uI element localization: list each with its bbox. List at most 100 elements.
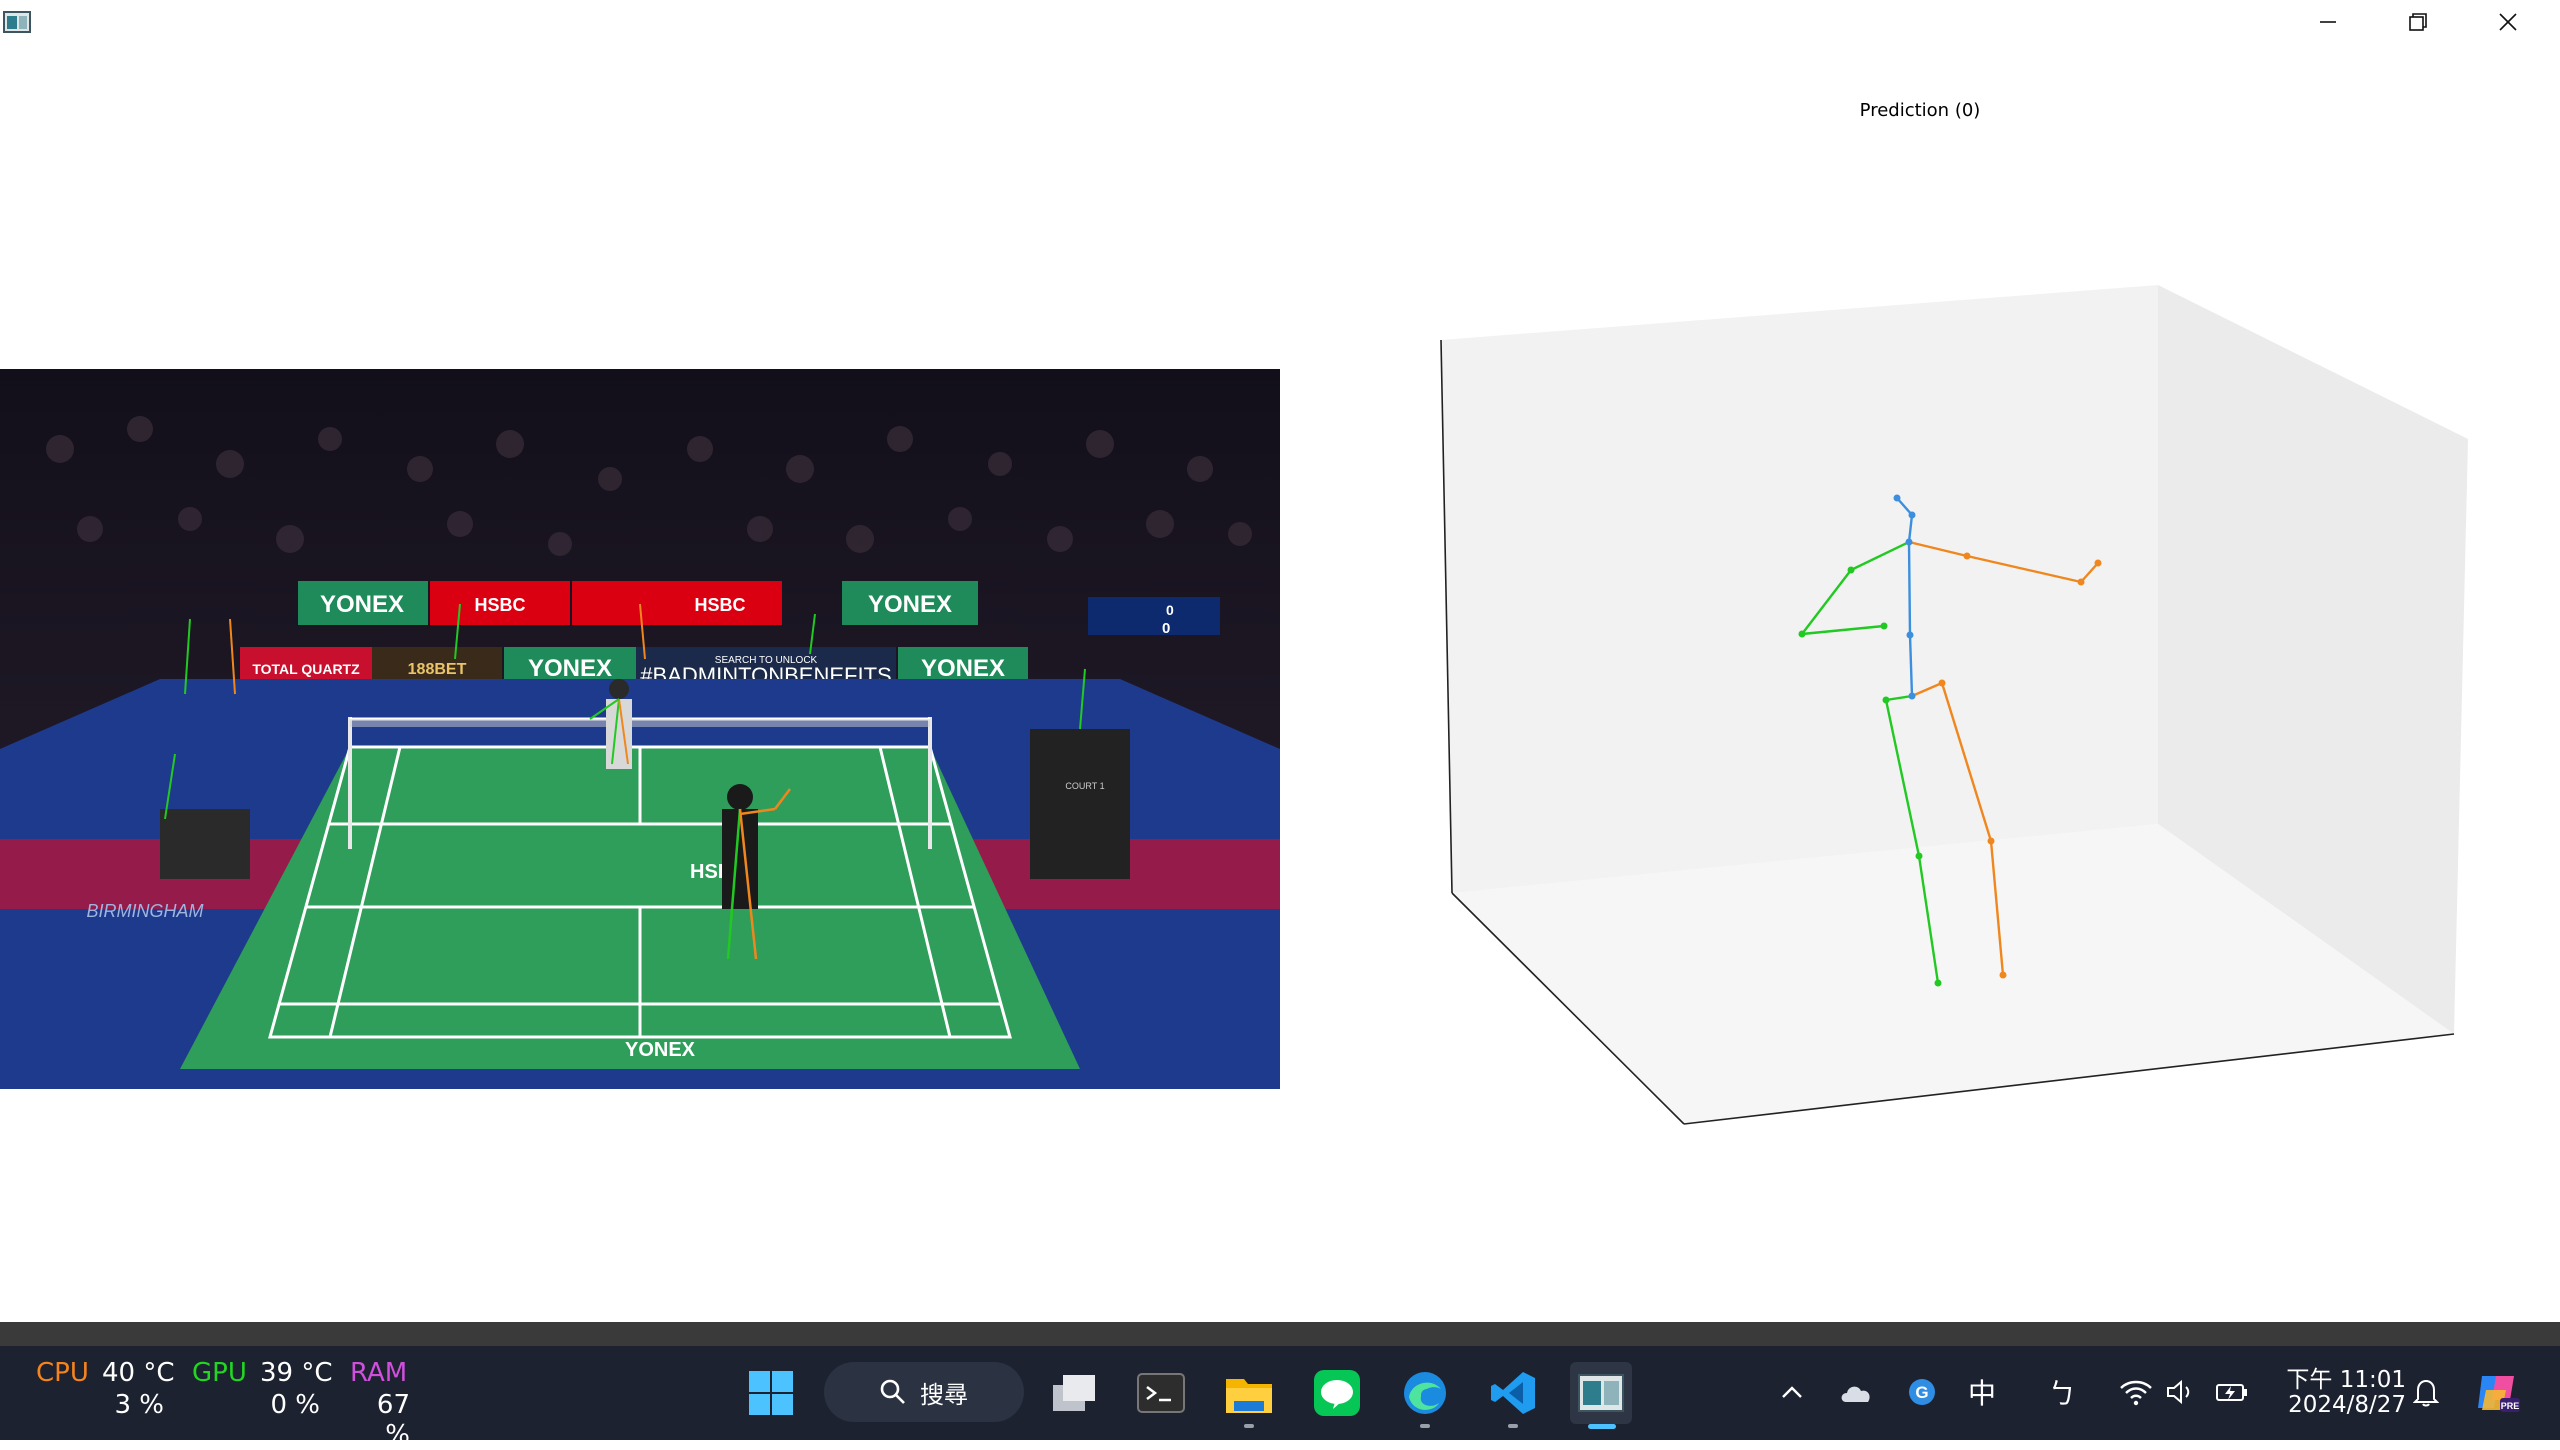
- terminal-icon: [1137, 1373, 1185, 1413]
- score-top: 0: [1166, 602, 1174, 618]
- gpu-temp: 39 °C: [260, 1358, 333, 1388]
- search-icon: [880, 1379, 905, 1404]
- active-app-button[interactable]: [1570, 1362, 1632, 1424]
- taskbar-divider: [0, 1322, 2560, 1346]
- active-indicator: [1588, 1424, 1616, 1429]
- search-label: 搜尋: [920, 1381, 968, 1409]
- speaker-icon: [2167, 1379, 2190, 1405]
- score-bottom: 0: [1162, 620, 1170, 637]
- app-window-icon: [1578, 1374, 1624, 1412]
- court-label: COURT 1: [1065, 781, 1104, 791]
- search-box[interactable]: 搜尋: [824, 1362, 1024, 1422]
- pose-3d-plot: [1440, 285, 2468, 1125]
- svg-text:PRE: PRE: [2501, 1401, 2520, 1411]
- joint-head: [1908, 511, 1916, 519]
- grammarly-icon: G: [1909, 1379, 1935, 1405]
- joint-r_knee: [1987, 837, 1995, 845]
- joint-l_knee: [1915, 852, 1923, 860]
- running-indicator: [1508, 1424, 1518, 1428]
- battery-charging-icon: [2216, 1384, 2247, 1401]
- cpu-label: CPU: [36, 1358, 89, 1388]
- vscode-app[interactable]: [1482, 1362, 1544, 1424]
- wifi-button[interactable]: [2114, 1370, 2158, 1414]
- cpu-load: 3 %: [114, 1390, 164, 1420]
- restore-button[interactable]: [2372, 0, 2464, 44]
- pane-back: [1441, 285, 2158, 893]
- app-icon: [3, 11, 31, 33]
- running-indicator: [1420, 1424, 1430, 1428]
- vscode-icon: [1491, 1372, 1535, 1414]
- ad-yonex-4-text: YONEX: [921, 655, 1005, 682]
- line-chat-icon: [1314, 1370, 1360, 1416]
- joint-r_ank: [1999, 971, 2007, 979]
- terminal-app[interactable]: [1130, 1362, 1192, 1424]
- joint-spine: [1906, 631, 1914, 639]
- edge-browser-app[interactable]: [1394, 1362, 1456, 1424]
- task-view-icon: [1053, 1375, 1095, 1411]
- battery-button[interactable]: [2210, 1370, 2254, 1414]
- ad-yonex-3-text: YONEX: [528, 655, 612, 682]
- gpu-label: GPU: [192, 1358, 247, 1388]
- ram-label: RAM: [350, 1358, 408, 1388]
- chevron-up-icon: [1782, 1386, 1802, 1398]
- joint-l_hip: [1882, 696, 1890, 704]
- joint-r_elb: [2077, 578, 2085, 586]
- ram-load: 67 %: [376, 1390, 410, 1450]
- bell-icon: [2413, 1379, 2439, 1407]
- bone-neck-spine: [1907, 541, 1912, 636]
- joint-l_sho: [1847, 566, 1855, 574]
- title-bar: [0, 0, 2560, 44]
- joint-r_wri: [2094, 559, 2102, 567]
- umpire-chair: [1030, 729, 1130, 879]
- restore-icon: [2409, 13, 2427, 31]
- ad-hsbc-2-text: HSBC: [694, 595, 745, 615]
- joint-l_ank: [1934, 979, 1942, 987]
- volume-button[interactable]: [2158, 1370, 2202, 1414]
- plot-title: Prediction (0): [1859, 100, 1981, 121]
- close-icon: [2499, 13, 2517, 31]
- joint-hip: [1908, 692, 1916, 700]
- ad-yonex-1-text: YONEX: [320, 591, 404, 618]
- ime-bopomofo-button[interactable]: ㄅ: [2040, 1370, 2084, 1414]
- minimize-button[interactable]: [2282, 0, 2374, 44]
- gpu-load: 0 %: [270, 1390, 320, 1420]
- line-judge-table: [160, 809, 250, 879]
- cpu-temp: 40 °C: [102, 1358, 175, 1388]
- ad-hsbc-1-text: HSBC: [474, 595, 525, 615]
- windows-logo-icon: [749, 1371, 793, 1415]
- clock-time[interactable]: 下午 11:01: [2276, 1360, 2406, 1394]
- joint-head_top: [1893, 494, 1901, 502]
- ad-188bet-text: 188BET: [408, 661, 467, 678]
- joint-r_hip: [1938, 679, 1946, 687]
- notifications-button[interactable]: [2404, 1370, 2448, 1414]
- start-button[interactable]: [740, 1362, 802, 1424]
- folder-icon: [1226, 1379, 1272, 1413]
- file-explorer-app[interactable]: [1218, 1362, 1280, 1424]
- scoreboard: [1088, 597, 1220, 635]
- joint-l_wri: [1880, 622, 1888, 630]
- joint-r_sho: [1963, 552, 1971, 560]
- svg-text:G: G: [1915, 1383, 1928, 1402]
- app-canvas: YONEX HSBC HSBC YONEX 0 0 TOTAL QUARTZ 1…: [0, 44, 2560, 1324]
- copilot-button[interactable]: PRE: [2472, 1370, 2524, 1414]
- ad-board-hsbc-2: [572, 581, 782, 625]
- grammarly-button[interactable]: G: [1900, 1370, 1944, 1414]
- court-yonex: YONEX: [625, 1039, 696, 1061]
- line-app[interactable]: [1306, 1362, 1368, 1424]
- video-frame: YONEX HSBC HSBC YONEX 0 0 TOTAL QUARTZ 1…: [0, 369, 1280, 1089]
- onedrive-button[interactable]: [1834, 1370, 1878, 1414]
- clock-date[interactable]: 2024/8/27: [2276, 1392, 2406, 1418]
- copilot-icon: PRE: [2478, 1376, 2520, 1412]
- running-indicator: [1244, 1424, 1254, 1428]
- joint-l_elb: [1798, 630, 1806, 638]
- ad-total-text: TOTAL QUARTZ: [252, 661, 360, 677]
- task-view-button[interactable]: [1042, 1362, 1104, 1424]
- wifi-icon: [2120, 1380, 2152, 1406]
- edge-icon: [1404, 1372, 1446, 1414]
- venue-text: BIRMINGHAM: [87, 901, 204, 921]
- close-button[interactable]: [2462, 0, 2554, 44]
- ad-yonex-2-text: YONEX: [868, 591, 952, 618]
- ime-mode-button[interactable]: 中: [1960, 1370, 2004, 1414]
- cloud-icon: [1841, 1386, 1870, 1402]
- show-hidden-icons[interactable]: [1774, 1370, 1810, 1414]
